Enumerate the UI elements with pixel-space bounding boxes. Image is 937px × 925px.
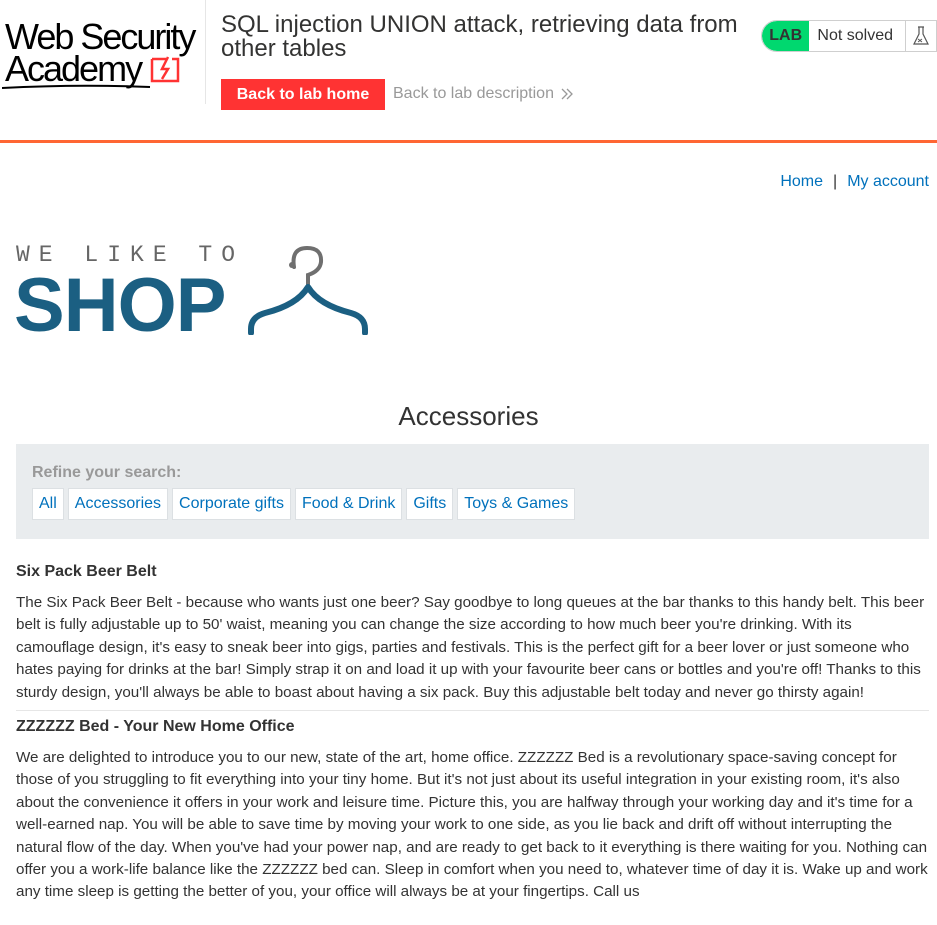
back-to-lab-description-link[interactable]: Back to lab description (393, 85, 554, 103)
list-item: Six Pack Beer Belt The Six Pack Beer Bel… (16, 562, 929, 712)
nav-separator: | (833, 173, 838, 190)
shop-logo-title: SHOP (14, 263, 226, 348)
lab-status-widget: LAB Not solved (761, 20, 937, 52)
logo-underline-icon (2, 84, 151, 89)
flask-icon (905, 21, 936, 51)
coat-hanger-icon (248, 245, 368, 335)
filter-label: Refine your search: (32, 464, 182, 481)
product-name: ZZZZZZ Bed - Your New Home Office (16, 718, 295, 736)
filter-toys-and-games[interactable]: Toys & Games (457, 488, 576, 520)
filter-corporate-gifts[interactable]: Corporate gifts (172, 488, 291, 520)
home-link[interactable]: Home (780, 173, 823, 190)
page-title: Accessories (398, 401, 539, 432)
filter-panel: Refine your search: All Accessories Corp… (16, 444, 929, 539)
filter-all[interactable]: All (32, 488, 64, 520)
lab-badge: LAB (762, 21, 810, 51)
logo-text-line2: Academy (5, 48, 143, 89)
list-item: ZZZZZZ Bed - Your New Home Office We are… (16, 717, 929, 910)
product-name: Six Pack Beer Belt (16, 563, 157, 580)
back-to-lab-home-button[interactable]: Back to lab home (221, 79, 385, 110)
filter-food-and-drink[interactable]: Food & Drink (294, 488, 403, 520)
account-nav: Home | My account (780, 173, 929, 191)
filter-accessories[interactable]: Accessories (67, 488, 169, 520)
product-description: The Six Pack Beer Belt - because who wan… (16, 594, 925, 701)
category-filter-list: All Accessories Corporate gifts Food & D… (32, 488, 576, 520)
lab-title: SQL injection UNION attack, retrieving d… (221, 11, 738, 62)
lab-status-text: Not solved (809, 21, 906, 51)
academy-header: Web Security Academy SQL injection UNION… (0, 0, 937, 143)
filter-gifts[interactable]: Gifts (406, 488, 454, 520)
my-account-link[interactable]: My account (847, 173, 929, 190)
product-list: Six Pack Beer Belt The Six Pack Beer Bel… (16, 562, 929, 916)
product-description: We are delighted to introduce you to our… (16, 749, 928, 901)
double-chevron-right-icon (561, 88, 573, 100)
web-security-academy-logo[interactable]: Web Security Academy (0, 0, 206, 104)
academy-bolt-icon (150, 56, 180, 83)
